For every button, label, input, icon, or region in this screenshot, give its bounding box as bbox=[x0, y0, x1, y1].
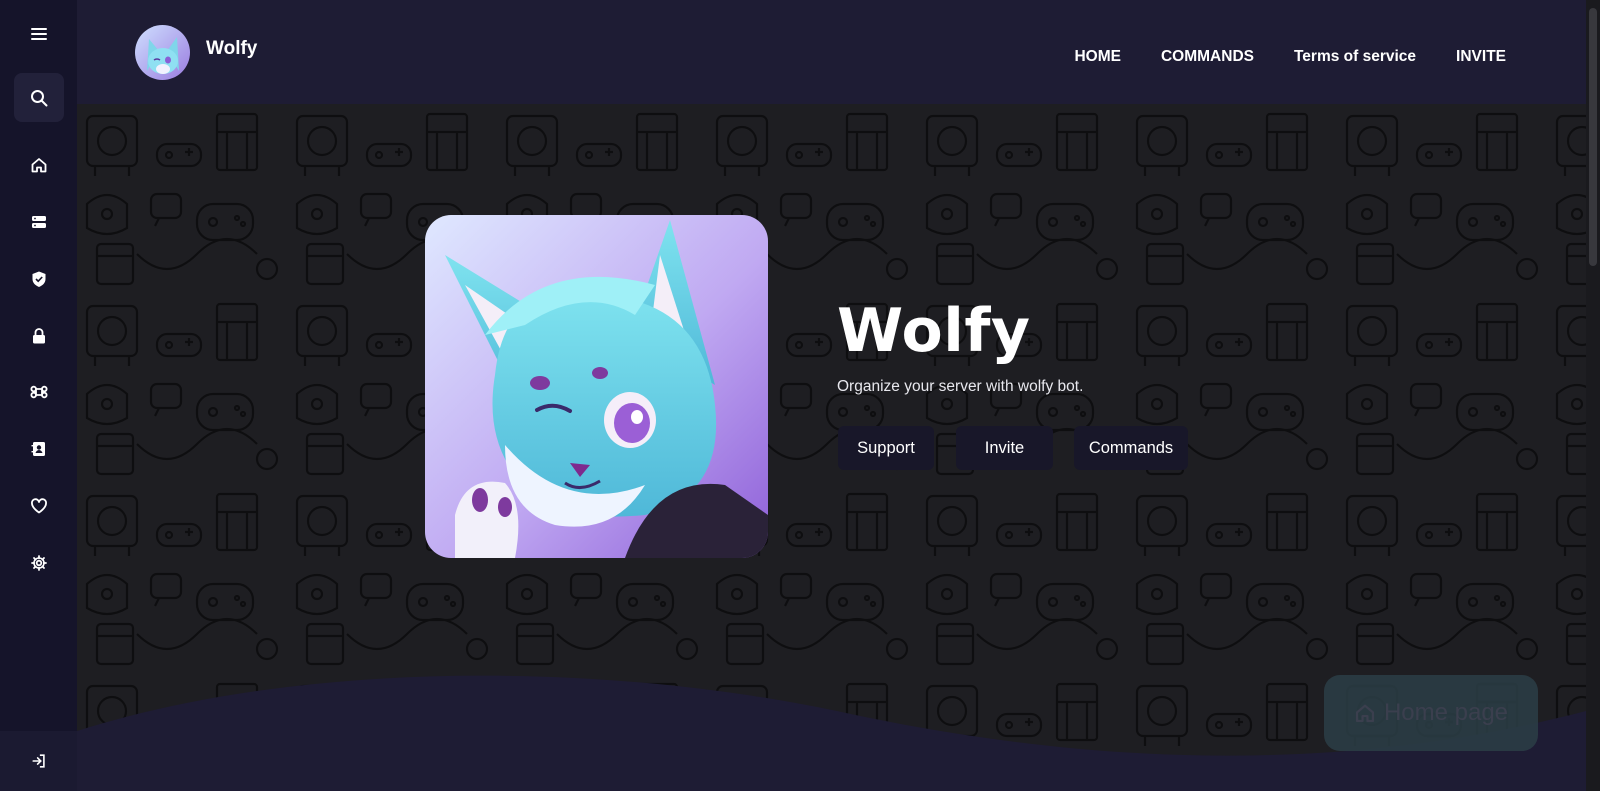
contact-card-icon[interactable] bbox=[0, 429, 77, 469]
avatar[interactable] bbox=[135, 25, 190, 80]
commands-button[interactable]: Commands bbox=[1074, 426, 1188, 470]
nav-home[interactable]: HOME bbox=[1074, 48, 1121, 66]
shield-icon[interactable] bbox=[0, 259, 77, 299]
heart-icon[interactable] bbox=[0, 486, 77, 526]
invite-button[interactable]: Invite bbox=[956, 426, 1053, 470]
top-nav: HOME COMMANDS Terms of service INVITE bbox=[1074, 48, 1506, 66]
nav-invite[interactable]: INVITE bbox=[1456, 48, 1506, 66]
brand-name: Wolfy bbox=[206, 38, 258, 59]
hero-subtitle: Organize your server with wolfy bot. bbox=[837, 378, 1084, 395]
home-icon bbox=[1355, 704, 1374, 723]
lock-icon[interactable] bbox=[0, 316, 77, 356]
nav-terms[interactable]: Terms of service bbox=[1294, 48, 1416, 66]
hero-title: Wolfy bbox=[837, 296, 1031, 366]
home-page-button[interactable]: Home page bbox=[1324, 675, 1538, 751]
sign-in-icon bbox=[31, 754, 45, 768]
search-icon bbox=[31, 89, 48, 106]
menu-icon[interactable] bbox=[0, 14, 77, 54]
gear-icon[interactable] bbox=[0, 543, 77, 583]
wolfy-mascot-image bbox=[425, 215, 768, 558]
login-button[interactable] bbox=[0, 731, 77, 791]
command-icon[interactable] bbox=[0, 372, 77, 412]
search-button[interactable] bbox=[14, 73, 64, 122]
home-icon[interactable] bbox=[0, 145, 77, 185]
home-page-label: Home page bbox=[1383, 699, 1509, 726]
sidebar bbox=[0, 0, 77, 791]
support-button[interactable]: Support bbox=[838, 426, 934, 470]
scrollbar[interactable] bbox=[1586, 0, 1600, 791]
server-icon[interactable] bbox=[0, 202, 77, 242]
header: Wolfy HOME COMMANDS Terms of service INV… bbox=[77, 0, 1586, 104]
nav-commands[interactable]: COMMANDS bbox=[1161, 48, 1254, 66]
scroll-thumb[interactable] bbox=[1589, 8, 1597, 266]
